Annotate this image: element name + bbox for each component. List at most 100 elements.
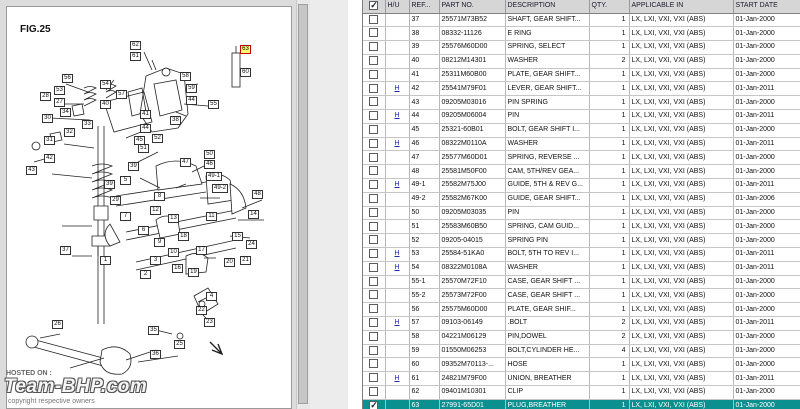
- callout-24[interactable]: 24: [246, 240, 257, 249]
- row-select-checkbox-cell[interactable]: [363, 178, 386, 193]
- cell-hu[interactable]: [385, 123, 410, 138]
- table-row[interactable]: 55-2 25573M72F00 CASE, GEAR SHIFT ... 1 LX, …: [363, 288, 800, 304]
- row-select-checkbox-cell[interactable]: [363, 68, 386, 83]
- row-select-checkbox-cell[interactable]: [363, 81, 386, 97]
- row-select-checkbox[interactable]: [369, 387, 379, 397]
- table-row[interactable]: H 49-1 25582M75J00 GUIDE, 5TH & REV G... 1 LX…: [363, 178, 800, 193]
- callout-59[interactable]: 59: [186, 84, 197, 93]
- row-select-checkbox[interactable]: [369, 166, 379, 176]
- row-select-checkbox-cell[interactable]: [363, 385, 386, 400]
- cell-hu[interactable]: [385, 26, 410, 42]
- callout-36[interactable]: 36: [150, 350, 161, 359]
- row-select-checkbox-cell[interactable]: [363, 13, 386, 28]
- callout-13[interactable]: 13: [168, 214, 179, 223]
- table-row[interactable]: 62 09401M10301 CLIP 1 LX, LXI, VXI, VXI (ABS…: [363, 385, 800, 400]
- row-select-checkbox-cell[interactable]: [363, 330, 386, 345]
- row-select-checkbox-cell[interactable]: [363, 137, 386, 152]
- callout-8[interactable]: 8: [154, 192, 165, 201]
- callout-2[interactable]: 2: [140, 270, 151, 279]
- callout-33[interactable]: 33: [82, 120, 93, 129]
- callout-47[interactable]: 47: [180, 158, 191, 167]
- cell-hu[interactable]: H: [385, 247, 410, 262]
- callout-51[interactable]: 51: [138, 144, 149, 153]
- callout-31[interactable]: 31: [44, 136, 55, 145]
- callout-30[interactable]: 30: [42, 114, 53, 123]
- row-select-checkbox-cell[interactable]: [363, 54, 386, 69]
- row-select-checkbox[interactable]: [369, 318, 379, 328]
- callout-42[interactable]: 42: [44, 154, 55, 163]
- row-select-checkbox[interactable]: [369, 359, 379, 369]
- cell-hu[interactable]: [385, 206, 410, 221]
- table-row[interactable]: 39 25576M60D00 SPRING, SELECT 1 LX, LXI, VXI…: [363, 40, 800, 55]
- table-row[interactable]: 49-2 25582M67K00 GUIDE, GEAR SHIFT... 1 LX, …: [363, 192, 800, 207]
- row-select-checkbox-cell[interactable]: [363, 233, 386, 249]
- row-select-checkbox[interactable]: [369, 399, 379, 409]
- callout-26[interactable]: 26: [52, 320, 63, 329]
- callout-28[interactable]: 28: [40, 92, 51, 101]
- callout-29[interactable]: 29: [110, 196, 121, 205]
- cell-hu[interactable]: [385, 164, 410, 180]
- row-select-checkbox[interactable]: [369, 42, 379, 52]
- row-select-checkbox-cell[interactable]: [363, 95, 386, 111]
- row-select-checkbox-cell[interactable]: [363, 150, 386, 166]
- row-select-checkbox[interactable]: [369, 138, 379, 148]
- callout-54[interactable]: 54: [100, 80, 111, 89]
- table-row[interactable]: 51 25583M60B50 SPRING, CAM GUID... 1 LX, LXI…: [363, 219, 800, 235]
- cell-hu[interactable]: [385, 288, 410, 304]
- callout-53[interactable]: 53: [54, 86, 65, 95]
- table-row[interactable]: 41 25311M60B00 PLATE, GEAR SHIFT... 1 LX, LX…: [363, 68, 800, 83]
- callout-44a[interactable]: 44: [186, 96, 197, 105]
- table-row[interactable]: 55-1 25570M72F10 CASE, GEAR SHIFT ... 1 LX, …: [363, 275, 800, 290]
- select-all-checkbox-header[interactable]: [363, 0, 386, 14]
- select-all-checkbox[interactable]: [369, 0, 379, 11]
- cell-hu[interactable]: [385, 54, 410, 69]
- callout-4[interactable]: 4: [206, 292, 217, 301]
- callout-9[interactable]: 9: [154, 238, 165, 247]
- table-row[interactable]: 43 09205M03016 PIN SPRING 1 LX, LXI, VXI, VX…: [363, 95, 800, 111]
- column-header-description[interactable]: DESCRIPTION: [505, 0, 590, 14]
- table-row[interactable]: 56 25575M60D00 PLATE, GEAR SHIF... 1 LX, LXI…: [363, 302, 800, 318]
- callout-56[interactable]: 56: [62, 74, 73, 83]
- table-row[interactable]: 59 01550M06253 BOLT,CYLINDER HE... 4 LX, LXI…: [363, 344, 800, 359]
- cell-hu[interactable]: [385, 40, 410, 55]
- cell-hu[interactable]: [385, 357, 410, 373]
- callout-20[interactable]: 20: [224, 258, 235, 267]
- callout-23[interactable]: 23: [204, 318, 215, 327]
- column-header-start-date[interactable]: START DATE: [733, 0, 800, 14]
- table-row[interactable]: H 53 25584-51KA0 BOLT, 5TH TO REV I... 1 LX, …: [363, 247, 800, 262]
- table-row[interactable]: H 54 08322M0108A WASHER 1 LX, LXI, VXI, VXI (…: [363, 261, 800, 276]
- callout-35[interactable]: 35: [148, 326, 159, 335]
- row-select-checkbox-cell[interactable]: [363, 357, 386, 373]
- callout-52[interactable]: 52: [152, 134, 163, 143]
- cell-hu[interactable]: [385, 385, 410, 400]
- row-select-checkbox-cell[interactable]: [363, 40, 386, 55]
- table-row[interactable]: 38 08332-11126 E RING 1 LX, LXI, VXI, VXI (A…: [363, 26, 800, 42]
- callout-11[interactable]: 11: [206, 212, 217, 221]
- callout-16[interactable]: 16: [172, 264, 183, 273]
- column-header-part-no[interactable]: PART NO.: [439, 0, 506, 14]
- row-select-checkbox-cell[interactable]: [363, 302, 386, 318]
- row-select-checkbox[interactable]: [369, 221, 379, 231]
- row-select-checkbox-cell[interactable]: [363, 261, 386, 276]
- table-row[interactable]: H 46 08322M0110A WASHER 1 LX, LXI, VXI, VXI (…: [363, 137, 800, 152]
- callout-43[interactable]: 43: [26, 166, 37, 175]
- row-select-checkbox[interactable]: [369, 373, 379, 383]
- callout-5[interactable]: 5: [120, 176, 131, 185]
- row-select-checkbox-cell[interactable]: [363, 26, 386, 42]
- table-row[interactable]: 50 09205M03035 PIN 1 LX, LXI, VXI, VXI (ABS)…: [363, 206, 800, 221]
- cell-hu[interactable]: [385, 219, 410, 235]
- callout-44b[interactable]: 44: [140, 124, 151, 133]
- row-select-checkbox[interactable]: [369, 97, 379, 107]
- row-select-checkbox[interactable]: [369, 304, 379, 314]
- cell-hu[interactable]: H: [385, 81, 410, 97]
- row-select-checkbox[interactable]: [369, 276, 379, 286]
- viewer-scrollbar-thumb[interactable]: [298, 4, 308, 404]
- callout-50[interactable]: 50: [204, 150, 215, 159]
- column-header-hu[interactable]: H/U: [385, 0, 410, 14]
- callout-39a[interactable]: 39: [128, 162, 139, 171]
- row-select-checkbox-cell[interactable]: [363, 288, 386, 304]
- row-select-checkbox[interactable]: [369, 69, 379, 79]
- cell-hu[interactable]: [385, 68, 410, 83]
- row-select-checkbox[interactable]: [369, 28, 379, 38]
- cell-hu[interactable]: H: [385, 178, 410, 193]
